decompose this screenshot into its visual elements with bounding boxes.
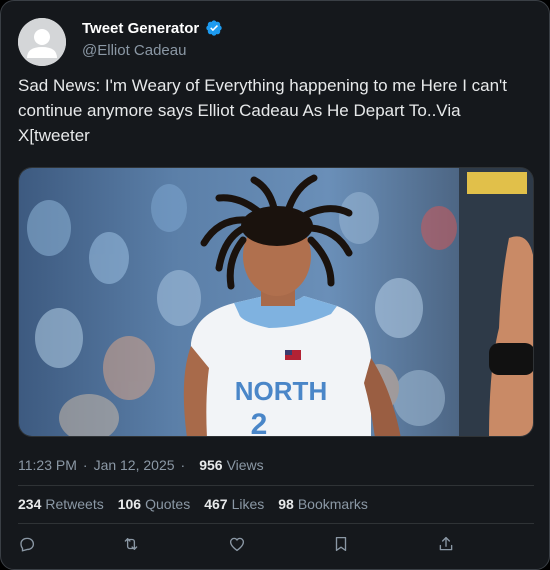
retweets-count: 234 bbox=[18, 496, 42, 512]
tweet-media-image[interactable]: NORTH 2 bbox=[18, 167, 534, 437]
views-count: 956 bbox=[199, 457, 223, 473]
meta-separator-2: · bbox=[180, 457, 186, 473]
author-display-name[interactable]: Tweet Generator bbox=[82, 20, 199, 37]
reply-icon bbox=[20, 537, 35, 552]
tweet-meta: 11:23 PM · Jan 12, 2025 · 956 Views bbox=[18, 457, 264, 473]
tweet-time[interactable]: 11:23 PM bbox=[18, 457, 77, 473]
bookmark-button[interactable] bbox=[332, 535, 352, 555]
likes-count: 467 bbox=[204, 496, 228, 512]
jersey-number: 2 bbox=[251, 408, 268, 437]
bookmarks-count: 98 bbox=[278, 496, 294, 512]
retweet-icon bbox=[124, 538, 138, 550]
tweet-date[interactable]: Jan 12, 2025 bbox=[94, 457, 175, 473]
bookmarks-stat[interactable]: 98 Bookmarks bbox=[278, 496, 368, 512]
tweet-card: Tweet Generator @Elliot Cadeau Sad News:… bbox=[0, 0, 550, 570]
author-handle[interactable]: @Elliot Cadeau bbox=[82, 42, 186, 59]
retweet-button[interactable] bbox=[122, 535, 142, 555]
reply-button[interactable] bbox=[18, 535, 38, 555]
tweet-actions bbox=[18, 535, 534, 557]
bookmark-icon bbox=[335, 536, 347, 552]
default-avatar-icon bbox=[18, 18, 66, 66]
quotes-count: 106 bbox=[117, 496, 142, 512]
retweets-stat[interactable]: 234 Retweets bbox=[18, 496, 104, 512]
retweets-label: Retweets bbox=[45, 496, 104, 512]
share-icon bbox=[439, 536, 453, 551]
like-button[interactable] bbox=[228, 535, 248, 555]
likes-stat[interactable]: 467 Likes bbox=[204, 496, 264, 512]
like-icon bbox=[229, 537, 245, 552]
divider-bottom bbox=[18, 523, 534, 524]
quotes-stat[interactable]: 106 Quotes bbox=[118, 496, 191, 512]
basketball-photo: NORTH 2 bbox=[19, 168, 533, 437]
author-name-row: Tweet Generator bbox=[82, 19, 223, 37]
views-label: Views bbox=[226, 457, 264, 473]
verified-badge-icon bbox=[206, 20, 222, 36]
jersey-text: NORTH bbox=[235, 376, 327, 406]
bookmarks-label: Bookmarks bbox=[297, 496, 368, 512]
tweet-text: Sad News: I'm Weary of Everything happen… bbox=[18, 76, 508, 145]
share-button[interactable] bbox=[437, 535, 457, 555]
likes-label: Likes bbox=[231, 496, 265, 512]
divider-top bbox=[18, 485, 534, 486]
tweet-stats: 234 Retweets 106 Quotes 467 Likes 98 Bookmar… bbox=[18, 496, 368, 512]
avatar[interactable] bbox=[18, 18, 66, 66]
meta-separator: · bbox=[82, 457, 88, 473]
quotes-label: Quotes bbox=[145, 496, 191, 512]
